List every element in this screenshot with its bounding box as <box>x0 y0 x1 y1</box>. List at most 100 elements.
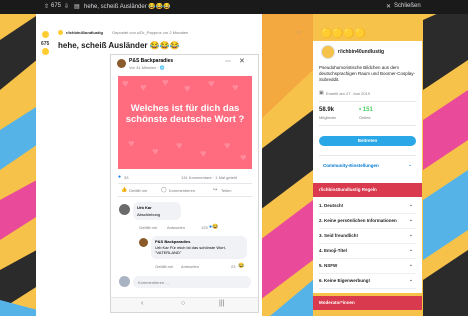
reactions-count: 33 <box>124 175 129 180</box>
like-action: Gefällt mir <box>129 188 148 193</box>
bookmark-icon[interactable]: ○ <box>297 30 301 36</box>
page-name: P&S Backparadies <box>129 58 174 64</box>
subreddit-avatar[interactable] <box>42 31 49 38</box>
comment-like: Gefällt mir <box>139 225 158 230</box>
close-icon[interactable]: ✕ <box>386 3 391 10</box>
community-avatar <box>321 45 335 59</box>
rule-label: 6. Keine Eigenwerbung! <box>319 278 371 283</box>
heart-icon: ♥ <box>200 148 207 160</box>
chevron-down-icon: ⌄ <box>409 232 413 237</box>
share-action: Teilen <box>221 188 232 193</box>
moderators-title: Moderator*innen <box>319 300 355 305</box>
heart-icon: ♥ <box>122 78 129 90</box>
heart-icon: ♥ <box>152 146 159 158</box>
comment-author: Urb Kar <box>137 205 152 210</box>
community-banner: 🟡🟡🟡🟡 <box>313 27 422 41</box>
divider <box>319 101 416 102</box>
community-description: Pseudohumoristische Bildchen aus dem deu… <box>319 65 416 82</box>
moderators-header: Moderator*innen <box>313 296 422 310</box>
community-settings[interactable]: Community-Einstellungen <box>323 163 379 168</box>
reply-bubble: P&S Backparadies Urb Kar Für mich ist da… <box>151 236 247 259</box>
rule-item[interactable]: 3. Seid freundlich! ⌄ <box>319 229 416 244</box>
join-button[interactable]: Beitreten <box>319 136 416 146</box>
rule-item[interactable]: 1. Deutsch! ⌄ <box>319 199 416 214</box>
heart-icon: ♥ <box>140 82 147 94</box>
downvote-emoji-icon[interactable] <box>42 48 49 55</box>
rule-label: 3. Seid freundlich! <box>319 233 359 238</box>
members-label: Mitglieder <box>319 115 337 120</box>
page-avatar <box>117 59 126 68</box>
chevron-down-icon: ⌄ <box>409 247 413 252</box>
members-count: 58.9k <box>319 107 335 113</box>
community-name[interactable]: r/ichbin40undlustig <box>338 49 384 55</box>
rule-item[interactable]: 4. Emoji-Titel ⌄ <box>319 244 416 259</box>
heart-icon: ♥ <box>224 140 231 152</box>
rules-header: r/ichbin40undlustig Regeln <box>313 183 422 197</box>
community-card: 🟡🟡🟡🟡 r/ichbin40undlustig Pseudohumoristi… <box>313 27 422 183</box>
like-reaction-icon: ● <box>118 174 122 180</box>
reply-text: Urb Kar Für mich ist das schönste Wort, … <box>155 245 226 255</box>
rule-label: 4. Emoji-Titel <box>319 248 347 253</box>
reply-avatar <box>139 238 148 247</box>
top-vote-count: 675 <box>51 3 62 9</box>
arrow-up-icon[interactable]: ⇧ <box>44 3 49 10</box>
reply-author: P&S Backparadies <box>155 239 191 244</box>
rules-card: r/ichbin40undlustig Regeln 1. Deutsch! ⌄… <box>313 183 422 293</box>
divider <box>118 183 252 184</box>
comment-input: Kommentieren … <box>133 276 251 288</box>
heart-icon: ♥ <box>240 152 247 164</box>
heart-icon: ♥ <box>208 78 215 90</box>
heart-icon: ♥ <box>162 77 169 89</box>
top-bar: ⇧ 675 ⇩ ▤ hehe, scheiß Ausländer 😂😂😂 ✕ S… <box>0 0 468 14</box>
divider <box>319 155 416 156</box>
rule-label: 5. NSFW <box>319 263 338 268</box>
close-icon: ✕ <box>239 58 245 65</box>
share-icon: ↪ <box>213 187 218 193</box>
commenter-avatar <box>119 204 130 215</box>
user-avatar <box>119 276 130 287</box>
post-image-screenshot: P&S Backparadies Vor 31 Minuten · 🌐 ⋯ ✕ … <box>110 54 259 313</box>
chevron-down-icon[interactable]: ⌄ <box>408 162 412 168</box>
chevron-down-icon: ⌄ <box>409 217 413 222</box>
reply-reaction-count: 23 <box>231 264 236 269</box>
more-icon: ⋯ <box>225 59 231 65</box>
rule-label: 1. Deutsch! <box>319 203 344 208</box>
online-label: Online <box>359 115 371 120</box>
recents-icon: ||| <box>219 300 225 307</box>
arrow-down-icon[interactable]: ⇩ <box>64 3 69 10</box>
comment-reaction-count: 125 <box>201 225 208 230</box>
online-count: • 151 <box>359 107 373 113</box>
post-title[interactable]: hehe, scheiß Ausländer 😂😂😂 <box>58 41 180 50</box>
reply-like: Gefällt mir <box>155 264 174 269</box>
post-subreddit-icon[interactable] <box>58 30 63 35</box>
comment-icon: ◯ <box>161 187 167 193</box>
divider <box>118 196 252 197</box>
rule-item[interactable]: 2. Keine persönlichen Informationen ⌄ <box>319 214 416 229</box>
heart-icon: ♥ <box>184 83 191 95</box>
post-subreddit-name[interactable]: r/ichbin40undlustig <box>66 30 103 35</box>
cake-icon: ▣ <box>319 90 324 96</box>
reaction-icons: 😂 <box>238 263 245 269</box>
back-icon: ‹ <box>141 300 144 307</box>
comment-action: Kommentieren <box>169 188 196 193</box>
chevron-down-icon: ⌄ <box>409 277 413 282</box>
rule-item[interactable]: 5. NSFW ⌄ <box>319 259 416 274</box>
reply-reply: Antworten <box>181 264 200 269</box>
heart-icon: ♥ <box>128 138 135 150</box>
android-nav-bar: ‹ ○ ||| <box>111 297 258 312</box>
divider <box>319 125 416 126</box>
posted-by: Gepostet von u/Dr_Papproz vor 2 Monaten <box>112 30 189 35</box>
close-label[interactable]: Schließen <box>394 3 421 9</box>
rule-item[interactable]: 6. Keine Eigenwerbung! ⌄ <box>319 274 416 289</box>
chevron-down-icon: ⌄ <box>409 202 413 207</box>
document-icon: ▤ <box>74 4 80 10</box>
comment-reply: Antworten <box>167 225 186 230</box>
minion-image: 🟡🟡🟡🟡 <box>321 28 366 38</box>
comment-placeholder: Kommentieren … <box>138 280 170 285</box>
heart-icon: ♥ <box>176 140 183 152</box>
home-icon: ○ <box>181 300 186 307</box>
reaction-icons: ●😂 <box>209 224 219 230</box>
comments-meta: 131 Kommentare · 1 Mal geteilt <box>181 175 237 180</box>
comment-bubble: Urb Kar Abschiebung <box>133 202 181 220</box>
heart-icon: ♥ <box>232 82 239 94</box>
